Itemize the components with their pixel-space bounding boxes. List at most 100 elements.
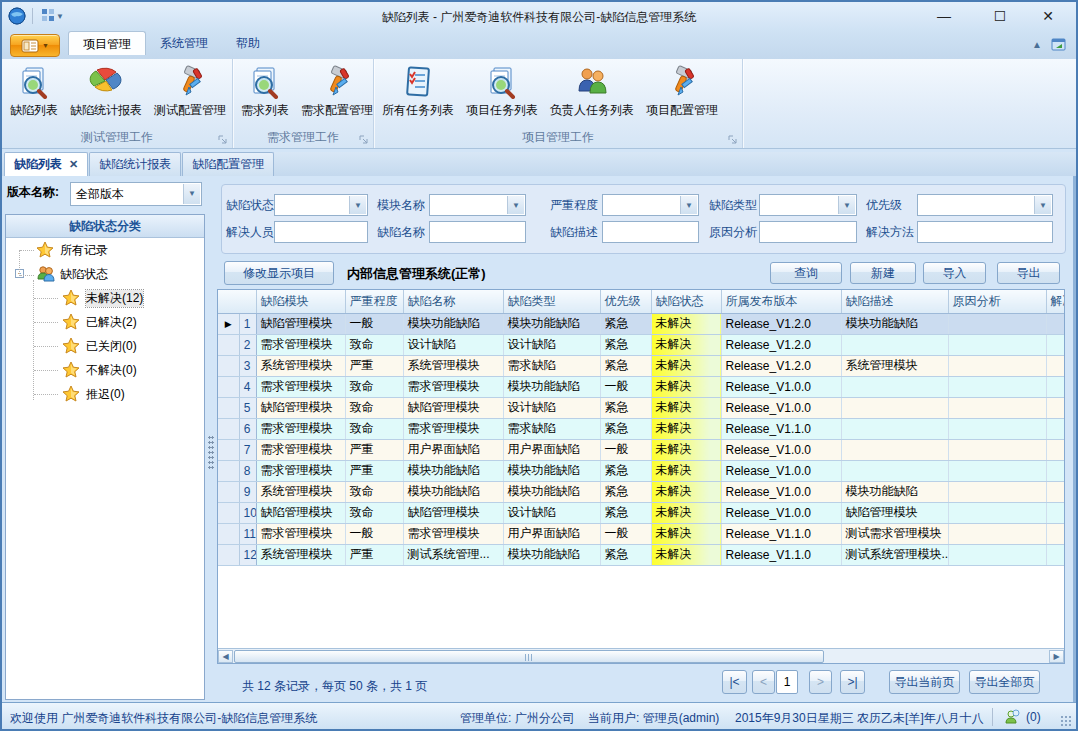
export-button[interactable]: 导出	[997, 262, 1060, 284]
grid-row[interactable]: 10缺陷管理模块致命缺陷管理模块设计缺陷紧急未解决Release_V1.0.0缺…	[218, 502, 1065, 523]
filter-combo[interactable]: ▼	[759, 194, 857, 216]
tree-item[interactable]: 不解决(0)	[62, 359, 137, 381]
tree-item[interactable]: 已解决(2)	[62, 311, 137, 333]
ribbon-style-icon[interactable]	[1050, 36, 1068, 52]
modify-display-items-button[interactable]: 修改显示项目	[224, 261, 334, 285]
grid-row[interactable]: 11需求管理模块一般需求管理模块用户界面缺陷一般未解决Release_V1.1.…	[218, 523, 1065, 544]
column-header[interactable]: 缺陷描述	[841, 290, 948, 313]
grid-cell: 缺陷管理模块	[841, 502, 948, 523]
grid-row[interactable]: 8需求管理模块严重模块功能缺陷模块功能缺陷紧急未解决Release_V1.0.0	[218, 460, 1065, 481]
ribbon-tab[interactable]: 帮助	[222, 31, 274, 55]
scroll-right-icon[interactable]: ▶	[1049, 650, 1064, 663]
page-number-input[interactable]: 1	[776, 670, 798, 694]
chevron-down-icon[interactable]: ▼	[183, 184, 200, 204]
ribbon-button-label: 所有任务列表	[382, 102, 454, 119]
column-header[interactable]: 缺陷状态	[651, 290, 721, 313]
maximize-button[interactable]: ☐	[980, 5, 1020, 27]
filter-input[interactable]	[274, 221, 368, 243]
horizontal-scrollbar[interactable]: ◀ ▶	[218, 648, 1064, 663]
export-current-page-button[interactable]: 导出当前页	[889, 670, 960, 694]
application-menu-button[interactable]: ▼	[10, 34, 60, 57]
first-page-button[interactable]: |<	[722, 670, 747, 694]
ribbon-button[interactable]: 所有任务列表	[376, 61, 460, 127]
column-header[interactable]: 所属发布版本	[721, 290, 841, 313]
query-button[interactable]: 查询	[770, 262, 842, 284]
tree-item[interactable]: 未解决(12)	[62, 287, 143, 309]
filter-combo[interactable]: ▼	[602, 194, 699, 216]
scroll-left-icon[interactable]: ◀	[218, 650, 233, 663]
filter-input[interactable]	[602, 221, 699, 243]
grid-cell: 一般	[600, 376, 651, 397]
grid-row[interactable]: 7需求管理模块严重用户界面缺陷用户界面缺陷一般未解决Release_V1.0.0	[218, 439, 1065, 460]
ribbon-button[interactable]: 项目配置管理	[640, 61, 724, 127]
grid-row[interactable]: 3系统管理模块严重系统管理模块需求缺陷紧急未解决Release_V1.2.0系统…	[218, 355, 1065, 376]
column-header[interactable]: 严重程度	[345, 290, 403, 313]
ribbon-tab[interactable]: 系统管理	[146, 31, 222, 55]
last-page-button[interactable]: >|	[840, 670, 865, 694]
dialog-launcher-icon[interactable]	[217, 134, 228, 145]
export-all-pages-button[interactable]: 导出全部页	[969, 670, 1040, 694]
scrollbar-thumb[interactable]	[234, 650, 824, 663]
tree-item[interactable]: 推迟(0)	[62, 383, 125, 405]
column-header[interactable]: 解决方法	[1046, 290, 1065, 313]
import-button[interactable]: 导入	[923, 262, 986, 284]
tree-item[interactable]: 所有记录	[36, 239, 108, 261]
chevron-down-icon[interactable]: ▼	[1034, 196, 1051, 214]
splitter[interactable]	[207, 180, 215, 698]
ribbon-button[interactable]: 负责人任务列表	[544, 61, 640, 127]
document-tab-label: 缺陷配置管理	[192, 157, 264, 171]
filter-combo[interactable]: ▼	[274, 194, 368, 216]
new-button[interactable]: 新建	[850, 262, 916, 284]
chevron-down-icon[interactable]: ▼	[838, 196, 855, 214]
tree-item[interactable]: 已关闭(0)	[62, 335, 137, 357]
chevron-down-icon[interactable]: ▼	[680, 196, 697, 214]
dialog-launcher-icon[interactable]	[358, 134, 369, 145]
grid-cell: 用户界面缺陷	[503, 439, 600, 460]
pie-chart-icon	[89, 65, 123, 99]
tree-line	[34, 394, 58, 395]
column-header[interactable]: 原因分析	[948, 290, 1046, 313]
grid-row[interactable]: 6需求管理模块致命需求管理模块需求缺陷紧急未解决Release_V1.1.0	[218, 418, 1065, 439]
column-header[interactable]: 缺陷模块	[256, 290, 345, 313]
ribbon-button[interactable]: 需求配置管理	[295, 61, 379, 127]
chevron-down-icon[interactable]: ▼	[349, 196, 366, 214]
grid-cell: 致命	[345, 397, 403, 418]
tree-item[interactable]: 缺陷状态	[36, 263, 108, 285]
prev-page-button[interactable]: <	[752, 670, 775, 694]
ribbon-button[interactable]: 缺陷列表	[4, 61, 64, 127]
row-number: 6	[239, 418, 256, 439]
filter-combo[interactable]: ▼	[917, 194, 1053, 216]
close-tab-icon[interactable]: ✕	[69, 158, 78, 170]
grid-row[interactable]: 12系统管理模块严重测试系统管理...模块功能缺陷紧急未解决Release_V1…	[218, 544, 1065, 565]
ribbon-collapse-icon[interactable]: ▲	[1032, 39, 1042, 50]
filter-input[interactable]	[759, 221, 857, 243]
grid-row[interactable]: 5缺陷管理模块致命缺陷管理模块设计缺陷紧急未解决Release_V1.0.0	[218, 397, 1065, 418]
app-menu-caret-icon: ▼	[42, 42, 49, 49]
ribbon-tab[interactable]: 项目管理	[68, 31, 146, 55]
filter-input[interactable]	[917, 221, 1053, 243]
column-header[interactable]: 缺陷名称	[403, 290, 503, 313]
grid-row[interactable]: 4需求管理模块致命需求管理模块模块功能缺陷一般未解决Release_V1.0.0	[218, 376, 1065, 397]
close-button[interactable]: ✕	[1028, 5, 1068, 27]
document-tab[interactable]: 缺陷配置管理	[182, 152, 274, 176]
ribbon-button[interactable]: 测试配置管理	[148, 61, 232, 127]
ribbon-button[interactable]: 项目任务列表	[460, 61, 544, 127]
grid-row[interactable]: ▶1缺陷管理模块一般模块功能缺陷模块功能缺陷紧急未解决Release_V1.2.…	[218, 313, 1065, 334]
ribbon-button[interactable]: 缺陷统计报表	[64, 61, 148, 127]
grid-row[interactable]: 9系统管理模块致命模块功能缺陷模块功能缺陷紧急未解决Release_V1.0.0…	[218, 481, 1065, 502]
filter-combo[interactable]: ▼	[429, 194, 526, 216]
column-header[interactable]: 优先级	[600, 290, 651, 313]
chevron-down-icon[interactable]: ▼	[507, 196, 524, 214]
document-tab[interactable]: 缺陷列表✕	[4, 152, 88, 176]
next-page-button[interactable]: >	[809, 670, 832, 694]
column-header[interactable]: 缺陷类型	[503, 290, 600, 313]
grid-row[interactable]: 2需求管理模块致命设计缺陷设计缺陷紧急未解决Release_V1.2.0	[218, 334, 1065, 355]
document-tab[interactable]: 缺陷统计报表	[89, 152, 181, 176]
resize-grip-icon[interactable]	[1060, 715, 1072, 727]
grid-cell	[1046, 523, 1065, 544]
dialog-launcher-icon[interactable]	[727, 134, 738, 145]
minimize-button[interactable]: —	[924, 5, 964, 27]
filter-input[interactable]	[429, 221, 526, 243]
ribbon-button[interactable]: 需求列表	[235, 61, 295, 127]
version-combo[interactable]: 全部版本 ▼	[70, 182, 202, 206]
